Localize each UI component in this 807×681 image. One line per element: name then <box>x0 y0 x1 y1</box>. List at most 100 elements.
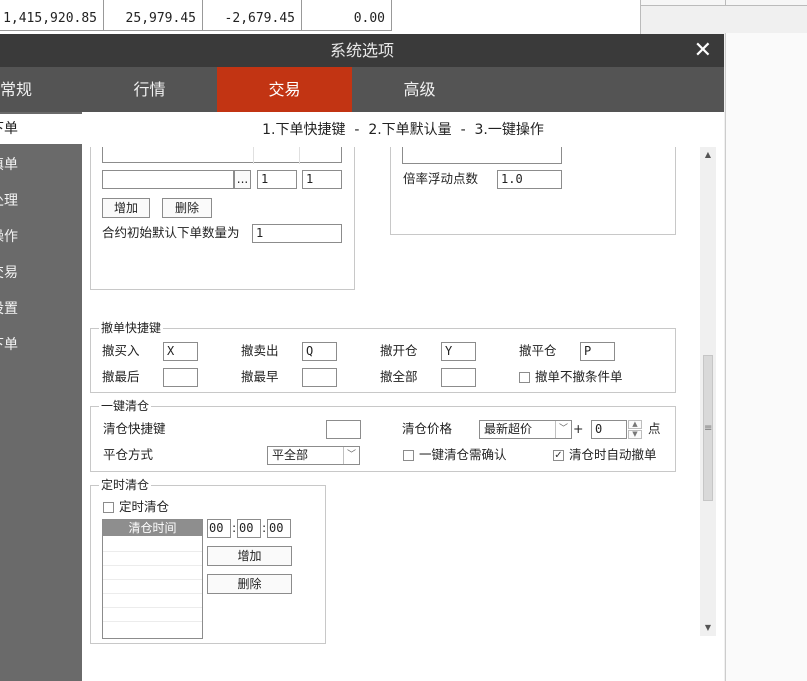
group-title: 定时清仓 <box>99 477 152 493</box>
sidebar-item-operation[interactable]: 操作 <box>0 222 72 252</box>
group-title: 撤单快捷键 <box>99 320 164 336</box>
close-method-value: 平全部 <box>272 448 309 462</box>
cancel-close-field[interactable]: P <box>580 342 615 361</box>
sidebar-item-settings[interactable]: 设置 <box>0 294 72 324</box>
tab-market[interactable]: 行情 <box>82 67 217 112</box>
divider <box>725 0 726 5</box>
content-area: ... 1 1 增加 删除 合约初始默认下单数量为 1 倍率浮动点数 1.0 撤… <box>82 147 724 681</box>
cancel-hotkeys-group: 撤单快捷键 撤买入 X 撤卖出 Q 撤开仓 Y 撤平仓 P 撤最后 撤最早 撤全… <box>90 320 676 393</box>
sidebar-item-order[interactable]: 下单 <box>0 114 82 144</box>
sidebar-item-order-2[interactable]: 下单 <box>0 330 72 360</box>
browse-button[interactable]: ... <box>234 170 251 189</box>
grip-icon: ≡ <box>704 423 713 434</box>
cancel-close-label: 撤平仓 <box>519 343 557 358</box>
no-conditional-label: 撤单不撤条件单 <box>535 369 623 384</box>
tab-bar: 常规 行情 交易 高级 <box>0 67 724 112</box>
confirm-checkbox[interactable] <box>403 450 414 461</box>
timed-close-checkbox[interactable] <box>103 502 114 513</box>
chevron-down-icon: ﹀ <box>555 421 571 438</box>
close-method-label: 平仓方式 <box>103 447 154 462</box>
background-panel-header <box>641 0 807 6</box>
close-icon[interactable]: ✕ <box>694 37 712 64</box>
sidebar: 下单 填单 处理 操作 交易 设置 下单 <box>0 112 82 681</box>
hotkey-input[interactable] <box>102 170 234 189</box>
cancel-sell-field[interactable]: Q <box>302 342 337 361</box>
qty-field-2[interactable]: 1 <box>302 170 342 189</box>
grid-line <box>103 593 202 594</box>
dialog-titlebar[interactable]: 系统选项 ✕ <box>0 34 724 67</box>
ratio-list[interactable] <box>402 147 562 164</box>
background-table: 1,415,920.85 25,979.45 -2,679.45 0.00 <box>0 0 392 33</box>
minute-field[interactable]: 00 <box>237 519 261 538</box>
ratio-field[interactable]: 1.0 <box>497 170 562 189</box>
qty-field-1[interactable]: 1 <box>257 170 297 189</box>
offset-spinner[interactable]: ▲ ▼ <box>628 420 642 439</box>
sidebar-item-trade[interactable]: 交易 <box>0 258 72 288</box>
grid-line <box>103 565 202 566</box>
system-options-dialog: 系统选项 ✕ 常规 行情 交易 高级 下单 填单 处理 操作 交易 设置 下单 … <box>0 34 724 681</box>
auto-cancel-checkbox[interactable]: ✓ <box>553 450 564 461</box>
cancel-sell-label: 撤卖出 <box>241 343 279 358</box>
divider <box>299 147 300 164</box>
scroll-down-icon[interactable]: ▼ <box>700 620 716 636</box>
sidebar-item-process[interactable]: 处理 <box>0 186 72 216</box>
grid-line <box>103 551 202 552</box>
chevron-down-icon: ﹀ <box>343 447 359 464</box>
table-cell: -2,679.45 <box>203 0 302 31</box>
delete-button[interactable]: 删除 <box>162 198 212 218</box>
time-separator: : <box>262 520 267 535</box>
plus-sign: + <box>573 421 584 436</box>
quick-order-group: ... 1 1 增加 删除 合约初始默认下单数量为 1 <box>90 147 355 290</box>
add-time-button[interactable]: 增加 <box>207 546 292 566</box>
grid-line <box>103 607 202 608</box>
dialog-title: 系统选项 <box>329 41 394 60</box>
scroll-up-icon[interactable]: ▲ <box>700 147 716 163</box>
points-label: 点 <box>648 421 661 436</box>
cancel-buy-label: 撤买入 <box>102 343 140 358</box>
grid-line <box>103 579 202 580</box>
second-field[interactable]: 00 <box>267 519 291 538</box>
cancel-earliest-label: 撤最早 <box>241 369 279 384</box>
spin-down-icon[interactable]: ▼ <box>628 430 642 439</box>
scroll-thumb[interactable]: ≡ <box>703 355 713 501</box>
offset-field[interactable]: 0 <box>591 420 627 439</box>
table-cell: 1,415,920.85 <box>0 0 104 31</box>
delete-time-button[interactable]: 删除 <box>207 574 292 594</box>
cancel-last-field[interactable] <box>163 368 198 387</box>
table-cell: 0.00 <box>302 0 392 31</box>
cancel-buy-field[interactable]: X <box>163 342 198 361</box>
cancel-last-label: 撤最后 <box>102 369 140 384</box>
background-right-pane <box>725 33 807 681</box>
close-price-select[interactable]: 最新超价 ﹀ <box>479 420 572 439</box>
hotkey-list[interactable] <box>102 147 342 164</box>
divider <box>253 147 254 164</box>
tab-trade[interactable]: 交易 <box>217 67 352 112</box>
group-title: 一键清仓 <box>99 398 152 414</box>
default-qty-label: 合约初始默认下单数量为 <box>102 225 240 240</box>
cancel-open-label: 撤开仓 <box>380 343 418 358</box>
cancel-all-label: 撤全部 <box>380 369 418 384</box>
cancel-earliest-field[interactable] <box>302 368 337 387</box>
no-conditional-checkbox[interactable] <box>519 372 530 383</box>
grid-line <box>103 621 202 622</box>
vertical-scrollbar[interactable]: ▲ ≡ ▼ <box>700 147 716 636</box>
close-price-label: 清仓价格 <box>402 421 453 436</box>
cancel-all-field[interactable] <box>441 368 476 387</box>
close-price-value: 最新超价 <box>484 422 533 436</box>
cancel-open-field[interactable]: Y <box>441 342 476 361</box>
add-button[interactable]: 增加 <box>102 198 150 218</box>
close-method-select[interactable]: 平全部 ﹀ <box>267 446 360 465</box>
tab-general[interactable]: 常规 <box>0 67 68 112</box>
timed-close-group: 定时清仓 定时清仓 清仓时间 00 : 00 : 00 增加 删除 <box>90 477 326 644</box>
default-qty-field[interactable]: 1 <box>252 224 342 243</box>
confirm-label: 一键清仓需确认 <box>419 447 507 462</box>
close-hotkey-field[interactable] <box>326 420 361 439</box>
tab-advanced[interactable]: 高级 <box>352 67 487 112</box>
spin-up-icon[interactable]: ▲ <box>628 420 642 429</box>
auto-cancel-label: 清仓时自动撤单 <box>569 447 657 462</box>
hour-field[interactable]: 00 <box>207 519 231 538</box>
close-time-list[interactable]: 清仓时间 <box>102 519 203 639</box>
ratio-group: 倍率浮动点数 1.0 <box>390 147 676 235</box>
sidebar-item-fill-order[interactable]: 填单 <box>0 150 72 180</box>
subnav[interactable]: 1.下单快捷键 - 2.下单默认量 - 3.一键操作 <box>82 112 724 147</box>
